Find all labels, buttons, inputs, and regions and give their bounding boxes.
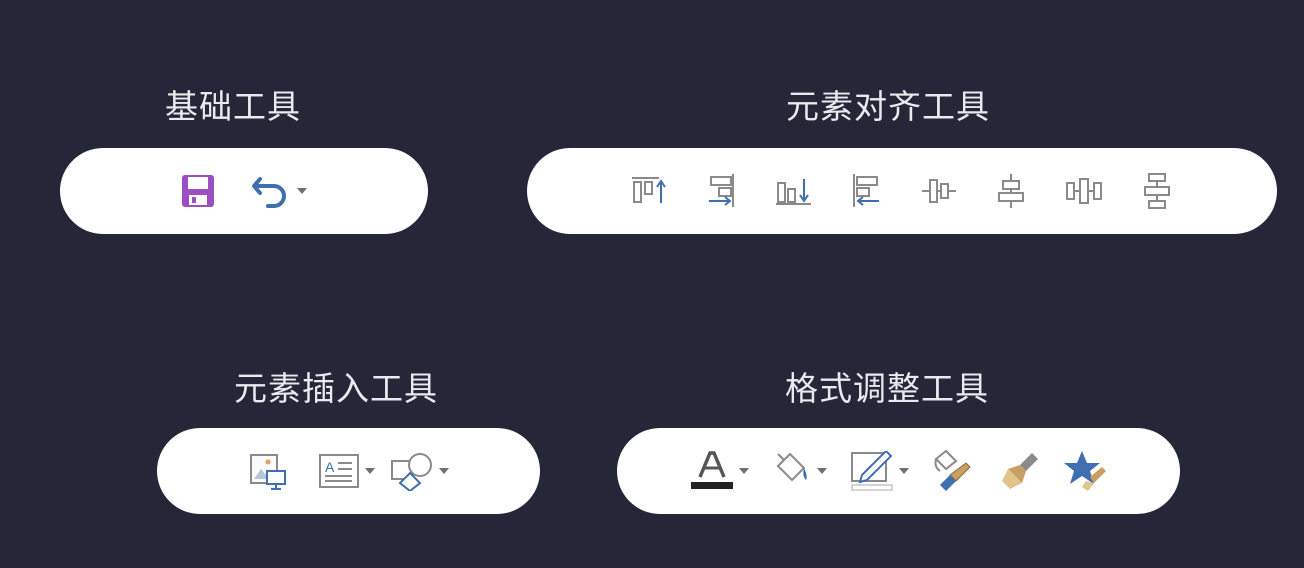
svg-text:A: A <box>325 459 335 475</box>
insert-textbox-icon: A <box>318 454 359 488</box>
insert-image-button[interactable] <box>248 451 288 491</box>
fill-color-icon <box>776 452 807 482</box>
undo-icon <box>252 177 286 208</box>
align-bottom-button[interactable] <box>775 175 813 207</box>
insert-shape-button[interactable] <box>390 451 450 491</box>
align-right-icon <box>709 174 734 207</box>
align-right-button[interactable] <box>705 173 737 209</box>
distribute-vertical-button[interactable] <box>1141 172 1173 210</box>
clear-format-button[interactable] <box>998 449 1042 493</box>
font-color-dropdown-chevron-down-icon[interactable] <box>738 466 750 476</box>
undo-dropdown-chevron-down-icon[interactable] <box>296 186 308 196</box>
align-bottom-icon <box>776 179 811 205</box>
align-middle-button[interactable] <box>921 175 957 207</box>
insert-textbox-button[interactable]: A <box>318 453 376 489</box>
border-color-icon <box>850 451 892 491</box>
fill-color-button[interactable] <box>772 452 828 490</box>
shape-dropdown-chevron-down-icon[interactable] <box>438 466 450 476</box>
fill-color-dropdown-chevron-down-icon[interactable] <box>816 466 828 476</box>
distribute-horizontal-button[interactable] <box>1065 175 1103 207</box>
special-effects-icon <box>1063 451 1106 491</box>
align-left-icon <box>853 174 879 207</box>
align-tools-title: 元素对齐工具 <box>786 87 990 126</box>
align-toolbar <box>527 148 1277 234</box>
format-painter-icon <box>934 449 971 491</box>
clear-format-icon <box>1001 453 1038 489</box>
special-effects-button[interactable] <box>1063 449 1108 493</box>
undo-button[interactable] <box>252 173 308 209</box>
align-center-icon <box>998 174 1024 208</box>
align-center-button[interactable] <box>995 173 1027 209</box>
align-left-button[interactable] <box>851 173 883 209</box>
align-top-icon <box>632 177 666 203</box>
insert-toolbar: A <box>157 428 540 514</box>
basic-tools-title: 基础工具 <box>165 87 301 126</box>
align-top-button[interactable] <box>631 175 667 207</box>
distribute-horizontal-icon <box>1066 178 1102 204</box>
save-button[interactable] <box>180 173 216 209</box>
distribute-vertical-icon <box>1144 173 1170 209</box>
border-color-button[interactable] <box>850 451 910 491</box>
format-tools-title: 格式调整工具 <box>785 369 989 408</box>
border-color-dropdown-chevron-down-icon[interactable] <box>898 466 910 476</box>
font-color-icon <box>690 451 733 489</box>
basic-toolbar <box>60 148 428 234</box>
format-toolbar <box>617 428 1180 514</box>
insert-tools-title: 元素插入工具 <box>234 369 438 408</box>
insert-image-icon <box>249 454 286 490</box>
textbox-dropdown-chevron-down-icon[interactable] <box>364 466 376 476</box>
font-color-button[interactable] <box>690 451 750 491</box>
save-icon <box>182 175 214 207</box>
format-painter-button[interactable] <box>932 449 976 493</box>
align-middle-icon <box>922 179 956 203</box>
insert-shape-icon <box>390 453 432 491</box>
